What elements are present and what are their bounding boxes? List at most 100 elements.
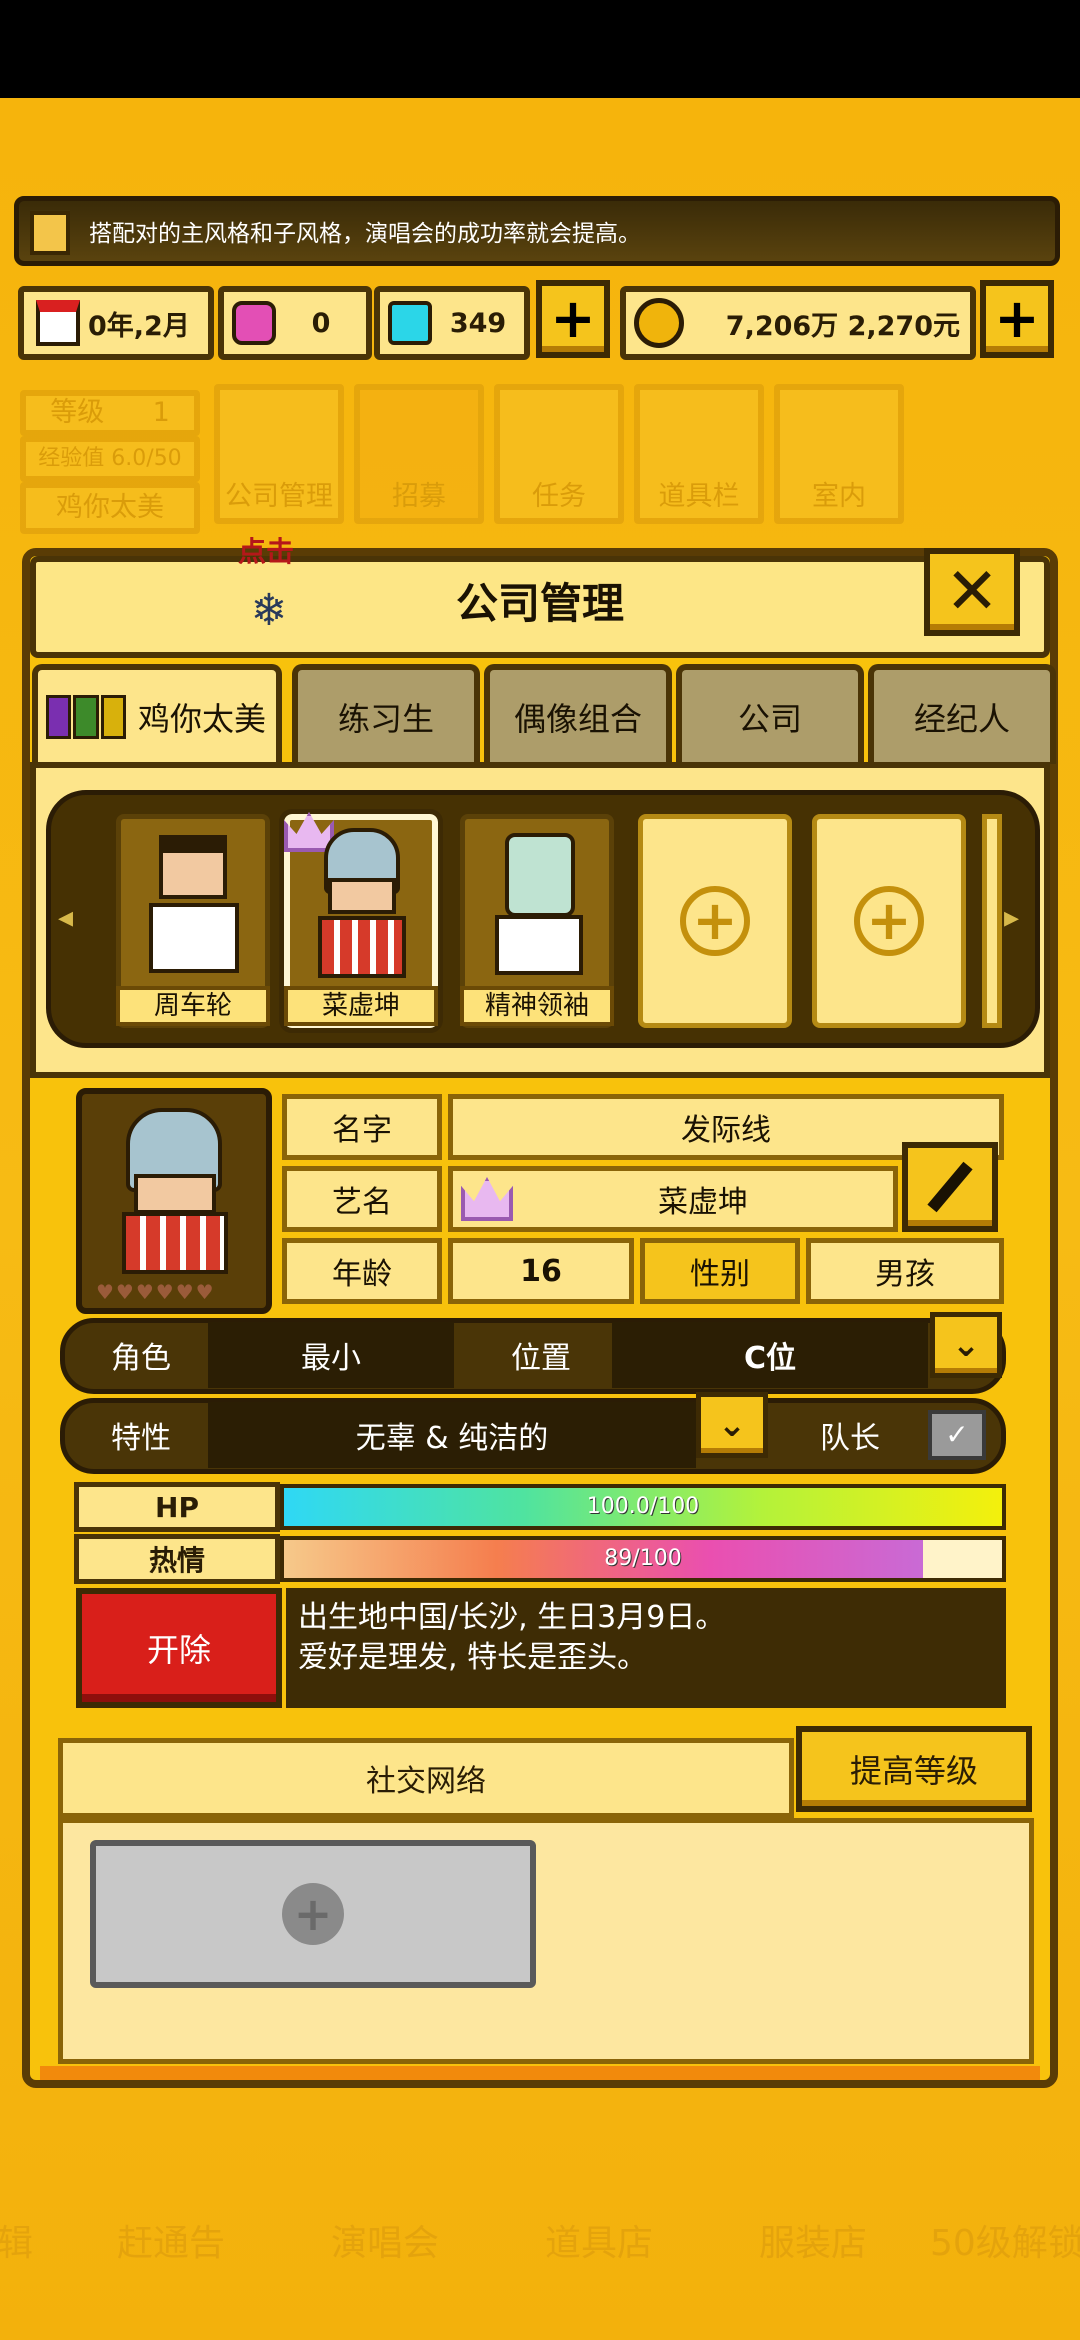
add-icon: + (282, 1883, 344, 1945)
bottom-nav-concert: 演唱会 (330, 2223, 439, 2264)
member-avatar (159, 835, 227, 899)
hp-text: 100.0/100 (586, 1494, 700, 1519)
tab-group-label: 鸡你太美 (138, 700, 267, 738)
click-hint: 点击 (238, 535, 295, 568)
group-icon (46, 695, 126, 739)
bottom-nav-clothing-shop: 服装店 (758, 2223, 867, 2264)
sparkle-icon: ❄ (250, 585, 288, 636)
buy-gems-button[interactable]: + (536, 280, 610, 358)
member-name-3: 精神领袖 (460, 986, 614, 1026)
gender-value: 男孩 (806, 1238, 1004, 1304)
level-value: 1 (152, 397, 170, 428)
blue-gem-display: 349 (374, 286, 530, 360)
passion-text: 89/100 (604, 1546, 682, 1571)
fire-button[interactable]: 开除 (76, 1588, 282, 1708)
level-label: 等级 (50, 397, 105, 428)
scroll-left-icon[interactable]: ◂ (58, 900, 73, 935)
pink-gem-display: 0 (218, 286, 372, 360)
level-up-button[interactable]: 提高等级 (796, 1726, 1032, 1812)
role-value: 最小 (208, 1322, 454, 1388)
member-bio: 出生地中国/长沙, 生日3月9日。 爱好是理发, 特长是歪头。 (286, 1588, 1006, 1708)
age-label: 年龄 (282, 1238, 442, 1304)
position-label: 位置 (511, 1341, 571, 1376)
close-button[interactable]: ✕ (924, 548, 1020, 636)
panel-title: 公司管理 (455, 579, 624, 628)
trait-dropdown-button[interactable]: ⌄ (696, 1392, 768, 1458)
tab-manager-label: 经纪人 (913, 700, 1010, 738)
add-social-button[interactable]: + (90, 1840, 536, 1988)
tip-text: 搭配对的主风格和子风格，演唱会的成功率就会提高。 (89, 221, 641, 247)
date-display: 0年,2月 (18, 286, 214, 360)
tab-group[interactable]: 鸡你太美 (32, 664, 282, 764)
scroll-right-icon[interactable]: ▸ (1004, 900, 1019, 935)
trait-value: 无辜 & 纯洁的 (208, 1402, 696, 1468)
add-member-icon: + (680, 886, 750, 956)
pencil-icon (927, 1161, 973, 1213)
member-face (328, 878, 396, 914)
status-bar (0, 0, 1080, 98)
empty-slot-1[interactable]: + (638, 814, 792, 1028)
member-name-2: 菜虚坤 (284, 986, 438, 1026)
social-network-header: 社交网络 (58, 1738, 794, 1818)
bg-menu-company: 公司管理 (214, 384, 344, 524)
bg-menu-inventory: 道具栏 (634, 384, 764, 524)
blue-gem-count: 349 (449, 307, 507, 339)
tab-idol-group[interactable]: 偶像组合 (484, 664, 672, 764)
bio-line-1: 出生地中国/长沙, 生日3月9日。 (298, 1600, 726, 1635)
member-name-1: 周车轮 (116, 986, 270, 1026)
member-body (149, 903, 239, 973)
blue-gem-icon (388, 301, 432, 345)
role-label: 角色 (111, 1341, 171, 1376)
stage-name-field: 菜虚坤 (448, 1166, 898, 1232)
bottom-nav-schedule: 赶通告 (116, 2223, 225, 2264)
tab-company[interactable]: 公司 (676, 664, 864, 764)
tab-trainee-label: 练习生 (337, 700, 434, 738)
position-value: C位 (612, 1322, 928, 1388)
bg-menu-interior: 室内 (774, 384, 904, 524)
bg-menu-task: 任务 (494, 384, 624, 524)
stage-name-value: 菜虚坤 (658, 1185, 748, 1220)
panel-bottom-strip (40, 2066, 1040, 2080)
partial-slot (982, 814, 1002, 1028)
bg-menu-recruit: 招募 (354, 384, 484, 524)
tab-trainee[interactable]: 练习生 (292, 664, 480, 764)
trait-label: 特性 (111, 1421, 171, 1456)
member-body (495, 915, 583, 975)
leader-checkbox[interactable]: ✓ (928, 1410, 986, 1460)
close-icon: ✕ (945, 555, 999, 629)
age-value: 16 (448, 1238, 634, 1304)
chevron-down-icon: ⌄ (951, 1325, 981, 1365)
edit-name-button[interactable] (902, 1142, 998, 1232)
empty-slot-2[interactable]: + (812, 814, 966, 1028)
hp-label: HP (74, 1482, 280, 1532)
tab-company-label: 公司 (737, 700, 802, 738)
tab-manager[interactable]: 经纪人 (868, 664, 1056, 764)
buy-money-button[interactable]: + (980, 280, 1054, 358)
member-portrait: ♥♥♥♥♥♥ (76, 1088, 272, 1314)
passion-bar: 89/100 (280, 1536, 1006, 1582)
coin-icon (634, 298, 684, 348)
background-menu: 公司管理 招募 任务 道具栏 室内 (214, 384, 1054, 524)
hp-bar: 100.0/100 (280, 1484, 1006, 1530)
money-display: 7,206万 2,270元 (620, 286, 976, 360)
tab-idol-group-label: 偶像组合 (513, 700, 642, 738)
bottom-nav-item-0: 辑 (0, 2223, 34, 2264)
crown-icon (461, 1177, 513, 1221)
date-text: 0年,2月 (88, 310, 190, 342)
bottom-nav-item-shop: 道具店 (544, 2223, 653, 2264)
calendar-icon (36, 300, 80, 346)
stage-name-label: 艺名 (282, 1166, 442, 1232)
hearts-icon: ♥♥♥♥♥♥ (96, 1280, 216, 1304)
leader-label: 队长 (820, 1421, 880, 1456)
member-body (318, 916, 406, 978)
scroll-icon (30, 211, 70, 255)
name-label: 名字 (282, 1094, 442, 1160)
bottom-nav-locked: 50级解锁 (930, 2223, 1080, 2264)
position-dropdown-button[interactable]: ⌄ (930, 1312, 1002, 1378)
check-icon: ✓ (945, 1418, 969, 1451)
chevron-down-icon: ⌄ (717, 1405, 747, 1445)
company-name: 鸡你太美 (20, 482, 200, 534)
member-avatar (505, 833, 575, 917)
gender-label: 性别 (640, 1238, 800, 1304)
bio-line-2: 爱好是理发, 特长是歪头。 (298, 1640, 648, 1675)
